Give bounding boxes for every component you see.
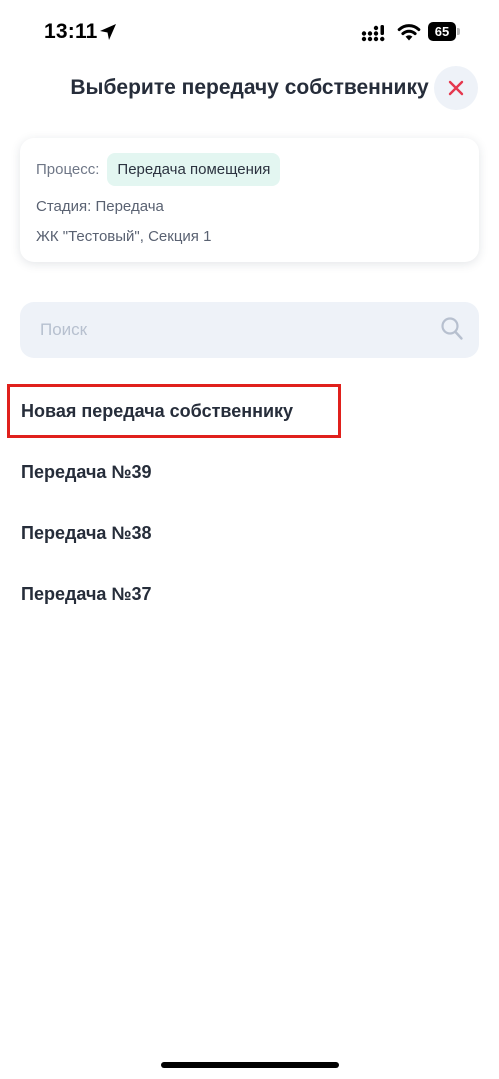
status-time: 13:11 — [44, 20, 98, 43]
process-tag: Передача помещения — [107, 152, 281, 186]
page-title-text: Выберите передачу собственнику — [70, 76, 429, 99]
search-icon[interactable] — [440, 316, 464, 342]
location-arrow-icon — [100, 24, 116, 40]
list-item-transfer-39[interactable]: Передача №39 — [21, 452, 461, 492]
info-card: Процесс: Передача помещения Стадия: Пере… — [20, 138, 479, 262]
cellular-signal-icon — [361, 25, 385, 42]
list-item-transfer-38[interactable]: Передача №38 — [21, 513, 461, 553]
page-title: Выберите передачу собственнику — [0, 76, 499, 100]
object-text: ЖК "Тестовый", Секция 1 — [36, 228, 212, 245]
stage-text: Стадия: Передача — [36, 198, 164, 215]
battery-level: 65 — [428, 22, 456, 41]
list-item-new-transfer[interactable]: Новая передача собственнику — [21, 391, 461, 431]
search-input[interactable] — [20, 302, 420, 358]
screen: 13:11 65 Выберите передачу собственнику — [0, 0, 499, 1079]
close-icon — [448, 80, 464, 96]
search-box[interactable] — [20, 302, 479, 358]
close-button[interactable] — [434, 66, 478, 110]
wifi-icon — [397, 24, 421, 41]
process-label: Процесс: — [36, 160, 100, 178]
battery-icon: 65 — [428, 22, 460, 41]
process-row: Процесс: Передача помещения — [36, 152, 281, 186]
home-indicator — [161, 1062, 339, 1068]
battery-cap — [457, 28, 460, 35]
status-bar: 13:11 65 — [0, 0, 499, 70]
list-item-transfer-37[interactable]: Передача №37 — [21, 574, 461, 614]
